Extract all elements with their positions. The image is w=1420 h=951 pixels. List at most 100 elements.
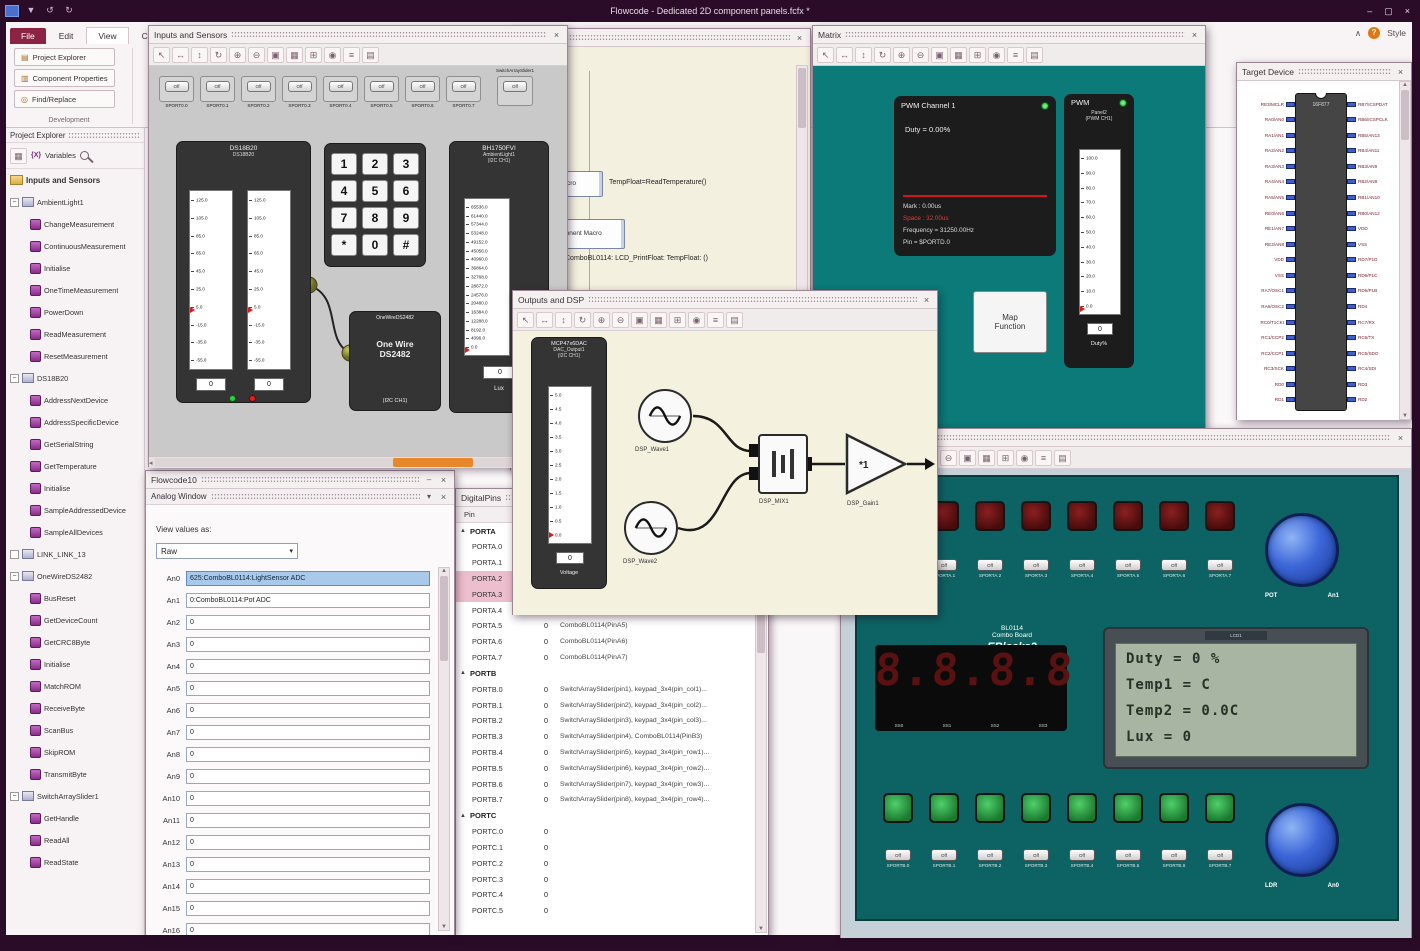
style-label[interactable]: Style: [1387, 28, 1406, 38]
camera-icon[interactable]: ◉: [324, 46, 341, 63]
keypad-key[interactable]: 3: [393, 153, 419, 175]
chip-pin[interactable]: RB2/AN8: [1347, 177, 1405, 187]
chip-pin[interactable]: RA7/OSC1: [1239, 286, 1295, 296]
zoom-in-icon[interactable]: ⊕: [593, 311, 610, 328]
minimize-icon[interactable]: –: [424, 475, 434, 484]
pin-row[interactable]: PORTB.1 0 SwitchArraySlider(pin2), keypad_…: [456, 697, 754, 713]
expand-icon[interactable]: −: [10, 791, 19, 801]
expand-icon[interactable]: −: [10, 197, 19, 207]
project-explorer-button[interactable]: ▤ Project Explorer: [14, 48, 115, 66]
list-icon[interactable]: ≡: [1035, 449, 1052, 466]
analog-value-field[interactable]: 0: [186, 900, 430, 916]
rotate-icon[interactable]: ↻: [574, 311, 591, 328]
tree-item[interactable]: ChangeMeasurement: [6, 213, 144, 235]
analog-value-field[interactable]: 0: [186, 680, 430, 696]
map-function-component[interactable]: Map Function: [973, 291, 1047, 353]
switch-toggle[interactable]: Off: [503, 81, 527, 92]
tree-item[interactable]: Initialise: [6, 653, 144, 675]
window-target-device[interactable]: Target Device × 16F877 RE3/MCLR RA0/AN0 RA…: [1236, 62, 1412, 420]
tree-item[interactable]: TransmitByte: [6, 763, 144, 785]
switch-toggle[interactable]: Off: [1023, 849, 1049, 861]
pin-row[interactable]: PORTB.2 0 SwitchArraySlider(pin3), keypad_…: [456, 713, 754, 729]
select-icon[interactable]: ↖: [817, 46, 834, 63]
scrollbar-thumb[interactable]: [1401, 90, 1409, 140]
pin-row[interactable]: PORTA.6 0 ComboBL0114(PinA6): [456, 634, 754, 650]
scroll-up-icon[interactable]: ▲: [1402, 82, 1408, 88]
tree-item[interactable]: ReceiveByte: [6, 697, 144, 719]
switch-component[interactable]: Off SPORT0.4: [323, 76, 358, 108]
expand-icon[interactable]: [10, 549, 19, 559]
variables-icon[interactable]: {X}: [31, 152, 41, 159]
board-button[interactable]: Off SPORTB.1: [929, 849, 959, 868]
chip-pin[interactable]: RA0/AN0: [1239, 115, 1295, 125]
analog-value-field[interactable]: 0:ComboBL0114:Pot ADC: [186, 592, 430, 608]
collapse-icon[interactable]: ▲: [456, 528, 470, 534]
zoom-in-icon[interactable]: ⊕: [893, 46, 910, 63]
tree-item[interactable]: ReadMeasurement: [6, 323, 144, 345]
close-icon[interactable]: ×: [921, 295, 932, 305]
keypad-key[interactable]: 4: [331, 180, 357, 202]
dsp-wave1-component[interactable]: [638, 389, 692, 443]
chip-pin[interactable]: RD7/P1D: [1347, 255, 1405, 265]
board-button[interactable]: Off SPORTB.5: [1113, 849, 1143, 868]
tree-item[interactable]: SampleAllDevices: [6, 521, 144, 543]
pan-icon[interactable]: ↔: [172, 46, 189, 63]
tree-group[interactable]: LINK_LINK_13: [6, 543, 144, 565]
window-title-bar[interactable]: Target Device ×: [1237, 63, 1411, 81]
chip-pin[interactable]: RB6/ICSPCLK: [1347, 115, 1405, 125]
switch-toggle[interactable]: Off: [1207, 849, 1233, 861]
keypad-key[interactable]: 0: [362, 234, 388, 256]
variables-label[interactable]: Variables: [45, 151, 76, 160]
keypad-key[interactable]: 5: [362, 180, 388, 202]
zoom-fit-icon[interactable]: ▣: [631, 311, 648, 328]
switch-toggle[interactable]: Off: [451, 81, 476, 92]
chip-pin[interactable]: RE0/AN6: [1239, 208, 1295, 218]
tree-item[interactable]: GetDeviceCount: [6, 609, 144, 631]
grid-icon[interactable]: ▦: [650, 311, 667, 328]
chip-pin[interactable]: RB3/AN9: [1347, 161, 1405, 171]
collapse-icon[interactable]: ▲: [456, 670, 470, 676]
port-row[interactable]: ▲ PORTB: [456, 665, 754, 681]
analog-value-field[interactable]: 0: [186, 878, 430, 894]
chip-pin[interactable]: RE3/MCLR: [1239, 99, 1295, 109]
pin-row[interactable]: PORTC.2 0: [456, 855, 754, 871]
chip-pin[interactable]: RE1/AN7: [1239, 224, 1295, 234]
tree-group[interactable]: − AmbientLight1: [6, 191, 144, 213]
analog-value-field[interactable]: 0: [186, 856, 430, 872]
analog-value-field[interactable]: 0: [186, 724, 430, 740]
scrollbar-thumb[interactable]: [798, 68, 806, 128]
switch-array-body[interactable]: Off: [497, 76, 533, 106]
switch-component[interactable]: Off SPORT0.0: [159, 76, 194, 108]
ds18b20-component[interactable]: DS18B20 DS18B20 125.0 105.0 85.0 65.0 45.0 25…: [176, 141, 311, 403]
pin-row[interactable]: PORTA.7 0 ComboBL0114(PinA7): [456, 650, 754, 666]
dsp-wave2-component[interactable]: [624, 501, 678, 555]
chip-pin[interactable]: RC1/CCP2: [1239, 333, 1295, 343]
top-view-icon[interactable]: ⊞: [669, 311, 686, 328]
chip-pin[interactable]: RC7/RX: [1347, 317, 1405, 327]
analog-value-field[interactable]: 0: [186, 658, 430, 674]
close-icon[interactable]: ×: [1395, 433, 1406, 443]
list-icon[interactable]: ≡: [707, 311, 724, 328]
close-icon[interactable]: ×: [1395, 67, 1406, 77]
close-icon[interactable]: ×: [438, 492, 449, 502]
analog-value-field[interactable]: 0: [186, 790, 430, 806]
analog-value-field[interactable]: 625:ComboBL0114:LightSensor ADC: [186, 570, 430, 586]
window-outputs-dsp[interactable]: Outputs and DSP × ↖ ↔ ↕ ↻ ⊕ ⊖ ▣ ▦ ⊞ ◉ ≡ ▤ MCP47x6DA…: [512, 290, 938, 615]
redo-icon[interactable]: ↻: [62, 5, 76, 17]
zoom-out-icon[interactable]: ⊖: [612, 311, 629, 328]
pin-row[interactable]: PORTC.1 0: [456, 840, 754, 856]
close-icon[interactable]: ×: [1189, 30, 1200, 40]
switch-toggle[interactable]: Off: [1023, 559, 1049, 571]
expand-icon[interactable]: −: [10, 373, 19, 383]
chip-pin[interactable]: RD2: [1347, 395, 1405, 405]
zoom-out-icon[interactable]: ⊖: [912, 46, 929, 63]
chip-pin[interactable]: RD0: [1239, 379, 1295, 389]
close-icon[interactable]: ×: [551, 30, 562, 40]
save-icon[interactable]: ▼: [24, 5, 38, 17]
chip-pin[interactable]: RC3/SCK: [1239, 364, 1295, 374]
chip-pin[interactable]: VSS: [1347, 239, 1405, 249]
switch-toggle[interactable]: Off: [1115, 849, 1141, 861]
chip-pin[interactable]: RB4/AN11: [1347, 146, 1405, 156]
analog-value-field[interactable]: 0: [186, 834, 430, 850]
pan-vertical-icon[interactable]: ↕: [855, 46, 872, 63]
